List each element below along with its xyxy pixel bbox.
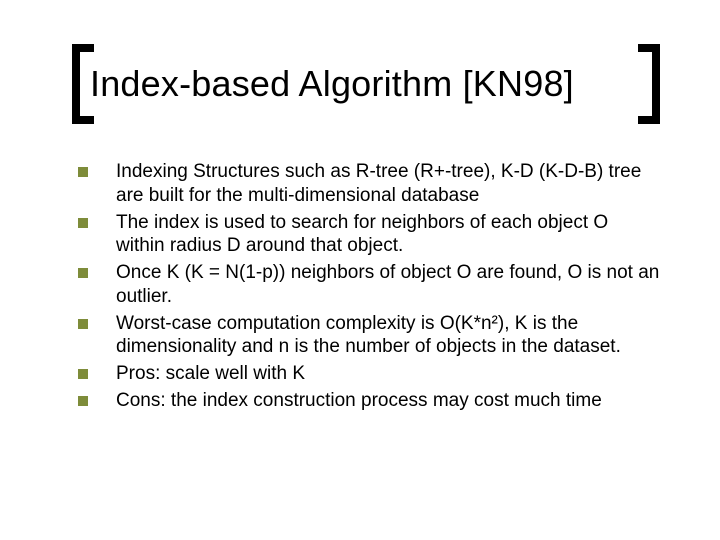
right-bracket-icon — [632, 44, 660, 124]
bullet-icon — [78, 369, 88, 379]
bullet-icon — [78, 319, 88, 329]
bullet-text: Worst-case computation complexity is O(K… — [116, 312, 660, 360]
bullet-icon — [78, 268, 88, 278]
list-item: Indexing Structures such as R-tree (R+-t… — [78, 160, 660, 208]
list-item: Worst-case computation complexity is O(K… — [78, 312, 660, 360]
list-item: Pros: scale well with K — [78, 362, 660, 386]
bullet-text: Pros: scale well with K — [116, 362, 660, 386]
bullet-icon — [78, 167, 88, 177]
bullet-text: The index is used to search for neighbor… — [116, 211, 660, 259]
list-item: Once K (K = N(1-p)) neighbors of object … — [78, 261, 660, 309]
bullet-icon — [78, 396, 88, 406]
bullet-icon — [78, 218, 88, 228]
slide-title: Index-based Algorithm [KN98] — [90, 44, 626, 124]
bullet-text: Indexing Structures such as R-tree (R+-t… — [116, 160, 660, 208]
bullet-text: Once K (K = N(1-p)) neighbors of object … — [116, 261, 660, 309]
title-area: Index-based Algorithm [KN98] — [72, 44, 660, 124]
slide: Index-based Algorithm [KN98] Indexing St… — [0, 0, 720, 540]
list-item: Cons: the index construction process may… — [78, 389, 660, 413]
bullet-text: Cons: the index construction process may… — [116, 389, 660, 413]
bullet-list: Indexing Structures such as R-tree (R+-t… — [78, 160, 660, 416]
list-item: The index is used to search for neighbor… — [78, 211, 660, 259]
